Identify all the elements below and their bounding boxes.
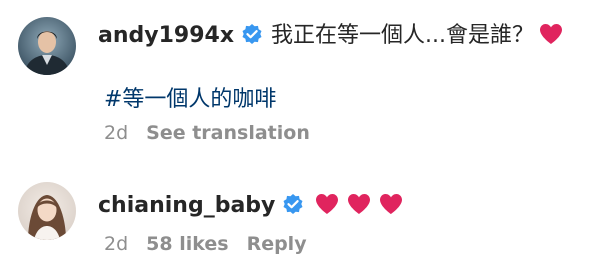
reply-button[interactable]: Reply bbox=[247, 233, 307, 255]
likes-count[interactable]: 58 likes bbox=[146, 233, 228, 255]
avatar-andy1994x[interactable] bbox=[18, 17, 76, 75]
comment-meta: 2d 58 likes Reply bbox=[104, 233, 307, 255]
avatar-chianing_baby[interactable] bbox=[18, 182, 76, 240]
avatar-image bbox=[18, 182, 76, 240]
comment-1: andy1994x 我正在等一個人...會是誰？ #等一個人的咖啡 2d See t… bbox=[0, 0, 610, 170]
see-translation-button[interactable]: See translation bbox=[146, 122, 310, 144]
hashtag-line: #等一個人的咖啡 bbox=[104, 87, 276, 113]
verified-badge-icon bbox=[241, 23, 263, 45]
username-chianing_baby[interactable]: chianing_baby bbox=[98, 193, 275, 218]
verified-badge-icon bbox=[282, 193, 304, 215]
comment-2: chianing_baby 2d 58 likes Reply bbox=[0, 170, 610, 276]
heart-emoji-icon bbox=[538, 22, 564, 46]
hashtag-link[interactable]: #等一個人的咖啡 bbox=[104, 87, 276, 112]
comment-header: andy1994x 我正在等一個人...會是誰？ bbox=[98, 22, 564, 49]
username-andy1994x[interactable]: andy1994x bbox=[98, 23, 234, 48]
heart-emoji-icon bbox=[314, 192, 340, 216]
comment-text: 我正在等一個人...會是誰？ bbox=[271, 23, 535, 48]
avatar-image bbox=[18, 17, 76, 75]
comment-meta: 2d See translation bbox=[104, 122, 310, 144]
comment-header: chianing_baby bbox=[98, 192, 404, 219]
comment-time[interactable]: 2d bbox=[104, 122, 128, 144]
comment-time[interactable]: 2d bbox=[104, 233, 128, 255]
heart-emoji-icon bbox=[378, 192, 404, 216]
heart-emoji-icon bbox=[346, 192, 372, 216]
